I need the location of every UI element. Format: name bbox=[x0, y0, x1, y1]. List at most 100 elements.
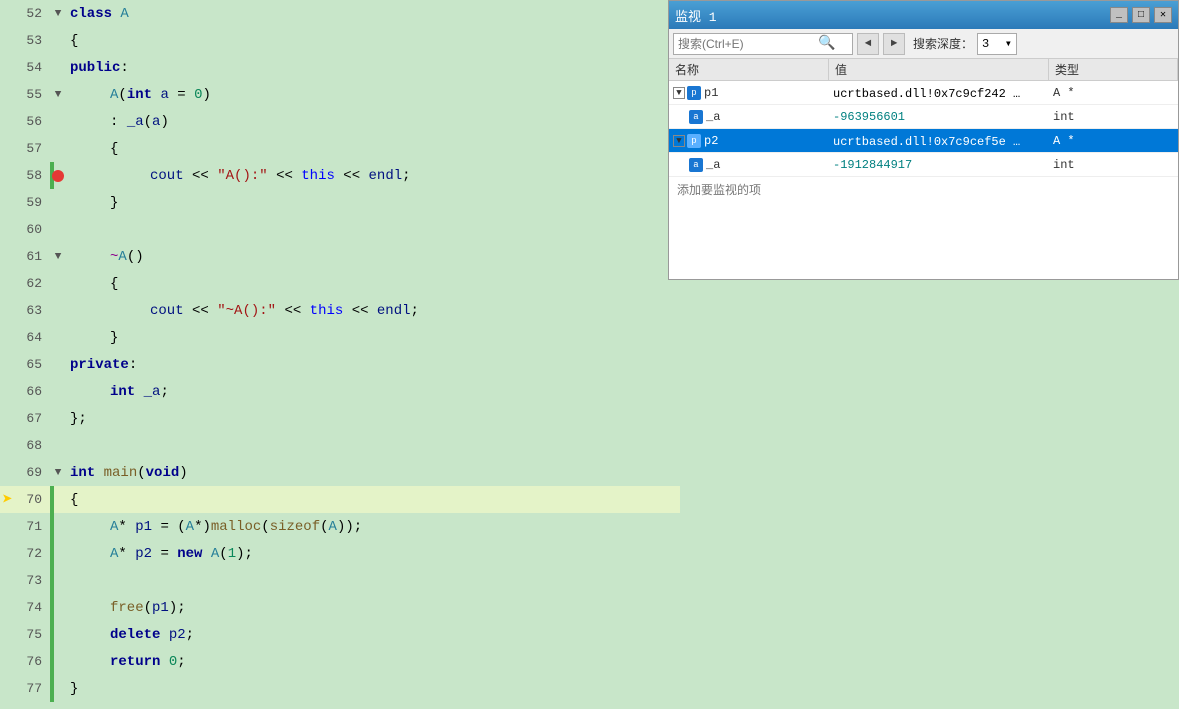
watch-titlebar: 监视 1 _ □ ✕ bbox=[669, 1, 1178, 29]
expand-icon[interactable]: ▼ bbox=[673, 135, 685, 147]
code-content: public: bbox=[66, 60, 680, 76]
watch-cell-value: ucrtbased.dll!0x7c9cef5e (加载符... bbox=[829, 129, 1049, 152]
code-editor: 52▼class A53{54public:55▼A(int a = 0)56:… bbox=[0, 0, 680, 709]
fold-icon[interactable]: ▼ bbox=[50, 467, 66, 479]
line-number: 76 bbox=[0, 654, 50, 669]
code-content: } bbox=[66, 681, 680, 697]
code-content: ~A() bbox=[66, 249, 680, 265]
watch-cell-name: ▼ p p2 bbox=[669, 129, 829, 152]
code-line: 76 return 0; bbox=[0, 648, 680, 675]
watch-cell-name: ▼ p p1 bbox=[669, 81, 829, 104]
line-number: 59 bbox=[0, 195, 50, 210]
line-number: 66 bbox=[0, 384, 50, 399]
add-watch-row[interactable]: 添加要监视的项 bbox=[669, 177, 1178, 201]
line-number: 56 bbox=[0, 114, 50, 129]
watch-var-type: int bbox=[1053, 158, 1075, 172]
watch-cell-value: -963956601 bbox=[829, 105, 1049, 128]
code-line: 65private: bbox=[0, 351, 680, 378]
code-line: 53{ bbox=[0, 27, 680, 54]
code-line: 63 cout << "~A():" << this << endl; bbox=[0, 297, 680, 324]
watch-title: 监视 1 bbox=[675, 6, 717, 25]
watch-toolbar: 🔍 ◄ ► 搜索深度： 3 ▾ bbox=[669, 29, 1178, 59]
depth-dropdown-icon: ▾ bbox=[1005, 36, 1012, 51]
code-line: 60 bbox=[0, 216, 680, 243]
code-line: 69▼int main(void) bbox=[0, 459, 680, 486]
depth-combo[interactable]: 3 ▾ bbox=[977, 33, 1017, 55]
watch-table: 名称 值 类型 ▼ p p1 ucrtbased.dll!0x7c9cf242 … bbox=[669, 59, 1178, 279]
line-number: 63 bbox=[0, 303, 50, 318]
code-line: 72 A* p2 = new A(1); bbox=[0, 540, 680, 567]
code-line: 64} bbox=[0, 324, 680, 351]
line-number: 75 bbox=[0, 627, 50, 642]
code-line: 55▼A(int a = 0) bbox=[0, 81, 680, 108]
line-number: 73 bbox=[0, 573, 50, 588]
code-line: 74free(p1); bbox=[0, 594, 680, 621]
fold-icon[interactable]: ▼ bbox=[50, 251, 66, 263]
watch-cell-type: int bbox=[1049, 153, 1178, 176]
code-content: } bbox=[66, 330, 680, 346]
code-line: 59} bbox=[0, 189, 680, 216]
fold-icon[interactable]: ▼ bbox=[50, 89, 66, 101]
line-number: 69 bbox=[0, 465, 50, 480]
back-button[interactable]: ◄ bbox=[857, 33, 879, 55]
code-line: 62{ bbox=[0, 270, 680, 297]
line-number: 74 bbox=[0, 600, 50, 615]
close-button[interactable]: ✕ bbox=[1154, 7, 1172, 23]
watch-var-value: ucrtbased.dll!0x7c9cf242 (加载符... bbox=[833, 84, 1023, 101]
line-number: 77 bbox=[0, 681, 50, 696]
code-content: { bbox=[66, 141, 680, 157]
search-icon[interactable]: 🔍 bbox=[818, 35, 836, 53]
code-line: 52▼class A bbox=[0, 0, 680, 27]
watch-var-name: _a bbox=[706, 158, 720, 172]
minimize-button[interactable]: _ bbox=[1110, 7, 1128, 23]
line-number: 68 bbox=[0, 438, 50, 453]
code-content: private: bbox=[66, 357, 680, 373]
watch-cell-value: ucrtbased.dll!0x7c9cf242 (加载符... bbox=[829, 81, 1049, 104]
fold-icon[interactable]: ▼ bbox=[50, 8, 66, 20]
search-box: 🔍 bbox=[673, 33, 853, 55]
watch-row[interactable]: a _a -963956601 int bbox=[669, 105, 1178, 129]
code-content: : _a(a) bbox=[66, 114, 680, 130]
line-number: 53 bbox=[0, 33, 50, 48]
line-number: 57 bbox=[0, 141, 50, 156]
code-content: return 0; bbox=[66, 654, 680, 670]
line-number: 71 bbox=[0, 519, 50, 534]
watch-window: 监视 1 _ □ ✕ 🔍 ◄ ► 搜索深度： 3 ▾ 名称 值 类型 ▼ p bbox=[668, 0, 1179, 280]
col-header-type: 类型 bbox=[1049, 59, 1178, 80]
line-number: 54 bbox=[0, 60, 50, 75]
code-line: 68 bbox=[0, 432, 680, 459]
line-number: 55 bbox=[0, 87, 50, 102]
watch-row[interactable]: ▼ p p1 ucrtbased.dll!0x7c9cf242 (加载符... … bbox=[669, 81, 1178, 105]
code-content: int main(void) bbox=[66, 465, 680, 481]
expand-icon[interactable]: ▼ bbox=[673, 87, 685, 99]
watch-cell-name: a _a bbox=[669, 153, 829, 176]
watch-var-type: A * bbox=[1053, 134, 1075, 148]
line-number: 61 bbox=[0, 249, 50, 264]
code-line: 61▼~A() bbox=[0, 243, 680, 270]
line-number: 58 bbox=[0, 168, 50, 183]
code-content: A(int a = 0) bbox=[66, 87, 680, 103]
watch-cell-type: A * bbox=[1049, 129, 1178, 152]
code-line: 71A* p1 = (A*)malloc(sizeof(A)); bbox=[0, 513, 680, 540]
code-content: }; bbox=[66, 411, 680, 427]
watch-row[interactable]: ▼ p p2 ucrtbased.dll!0x7c9cef5e (加载符... … bbox=[669, 129, 1178, 153]
line-number: 67 bbox=[0, 411, 50, 426]
depth-label: 搜索深度： bbox=[913, 35, 973, 52]
watch-cell-type: int bbox=[1049, 105, 1178, 128]
code-content: class A bbox=[66, 6, 680, 22]
code-line: 66 int _a; bbox=[0, 378, 680, 405]
line-number: 64 bbox=[0, 330, 50, 345]
search-input[interactable] bbox=[678, 37, 818, 51]
watch-title-buttons: _ □ ✕ bbox=[1110, 7, 1172, 23]
code-content: int _a; bbox=[66, 384, 680, 400]
watch-row[interactable]: a _a -1912844917 int bbox=[669, 153, 1178, 177]
line-number: 62 bbox=[0, 276, 50, 291]
restore-button[interactable]: □ bbox=[1132, 7, 1150, 23]
line-number: 52 bbox=[0, 6, 50, 21]
code-line: 67}; bbox=[0, 405, 680, 432]
forward-button[interactable]: ► bbox=[883, 33, 905, 55]
code-content: cout << "~A():" << this << endl; bbox=[66, 303, 680, 319]
line-number: 72 bbox=[0, 546, 50, 561]
code-content: A* p2 = new A(1); bbox=[66, 546, 680, 562]
watch-var-name: p2 bbox=[704, 134, 718, 148]
